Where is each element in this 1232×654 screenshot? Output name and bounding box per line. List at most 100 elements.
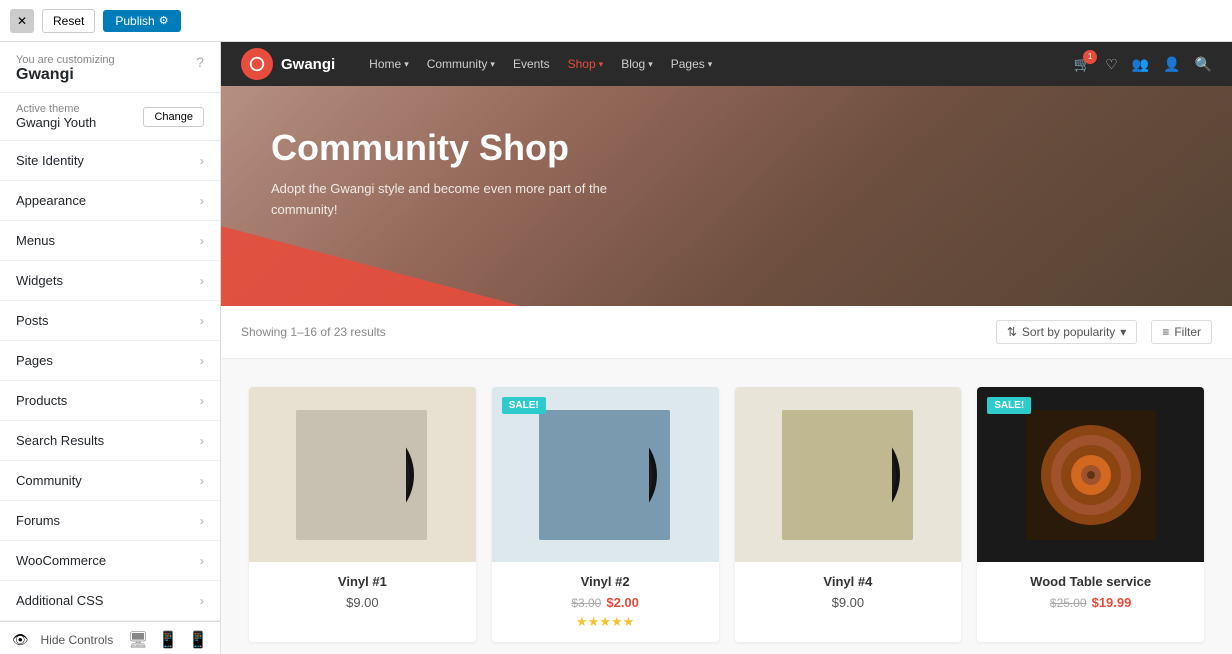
wishlist-icon[interactable]: ♡ (1105, 56, 1118, 73)
sidebar-item-site-identity[interactable]: Site Identity› (0, 141, 220, 181)
product-new-price: $19.99 (1092, 595, 1132, 610)
hero-section: Community Shop Adopt the Gwangi style an… (221, 86, 1232, 306)
product-image (735, 387, 962, 562)
shop-toolbar: Showing 1–16 of 23 results ⇅ Sort by pop… (221, 306, 1232, 359)
product-price: $9.00 (832, 595, 865, 610)
sidebar-item-posts[interactable]: Posts › (0, 301, 220, 341)
product-image: SALE! (977, 387, 1204, 562)
product-card[interactable]: SALE! Wood Table service $25.00 $19.99 (977, 387, 1204, 642)
sidebar-item-additional-css[interactable]: Additional CSS › (0, 581, 220, 621)
site-logo[interactable]: Gwangi (241, 48, 335, 80)
sidebar-item-woocommerce[interactable]: WooCommerce› (0, 541, 220, 581)
nav-link-blog[interactable]: Blog▾ (621, 57, 653, 71)
nav-item-label: Menus (16, 233, 55, 248)
cart-icon[interactable]: 🛒 1 (1074, 56, 1091, 73)
hero-subtitle: Adopt the Gwangi style and become even m… (271, 179, 671, 221)
nav-item-label: Search Results (16, 433, 104, 448)
product-info: Vinyl #4 $9.00 (735, 562, 962, 622)
nav-link-community[interactable]: Community▾ (427, 57, 495, 71)
device-icons: 🖥 📱 📱 (128, 630, 208, 650)
filter-button[interactable]: ≡ Filter (1151, 320, 1212, 344)
nav-item-label: Additional CSS (16, 593, 103, 608)
nav-links: Home▾ Community▾ Events Shop▾ Blog▾ Pages▾ (369, 57, 712, 71)
sidebar-item-search-results[interactable]: Search Results › (0, 421, 220, 461)
logo-name: Gwangi (281, 56, 335, 73)
product-card[interactable]: Vinyl #4 $9.00 (735, 387, 962, 642)
product-old-price: $25.00 (1050, 596, 1087, 610)
preview-area: Gwangi Home▾ Community▾ Events Shop▾ Blog▾ Pa… (221, 42, 1232, 654)
filter-label: Filter (1174, 325, 1201, 339)
chevron-right-icon: › (200, 354, 204, 368)
chevron-down-icon: ▾ (648, 59, 653, 70)
sale-badge: SALE! (502, 397, 546, 414)
user-icon[interactable]: 👤 (1163, 56, 1180, 73)
chevron-right-icon: › (200, 594, 204, 608)
desktop-icon[interactable]: 🖥 (128, 630, 148, 650)
nav-item-label: Appearance (16, 193, 86, 208)
hide-controls-button[interactable]: Hide Controls (41, 633, 114, 647)
nav-link-pages[interactable]: Pages▾ (671, 57, 713, 71)
search-icon[interactable]: 🔍 (1195, 56, 1212, 73)
sidebar-item-widgets[interactable]: Widgets› (0, 261, 220, 301)
main-layout: ? You are customizing Gwangi Active them… (0, 42, 1232, 654)
product-price-container: $25.00 $19.99 (991, 595, 1190, 610)
sidebar-item-appearance[interactable]: Appearance › (0, 181, 220, 221)
product-info: Vinyl #2 $3.00$2.00 ★★★★★ (492, 562, 719, 642)
admin-bar: ✕ Reset Publish ⚙ (0, 0, 1232, 42)
nav-item-label: Pages (16, 353, 53, 368)
publish-button[interactable]: Publish ⚙ (103, 10, 180, 32)
site-nav: Gwangi Home▾ Community▾ Events Shop▾ Blog▾ Pa… (221, 42, 1232, 86)
close-button[interactable]: ✕ (10, 9, 34, 33)
active-theme-name: Gwangi Youth (16, 115, 96, 130)
product-name: Wood Table service (991, 574, 1190, 589)
sidebar-item-menus[interactable]: Menus › (0, 221, 220, 261)
sort-select[interactable]: ⇅ Sort by popularity ▾ (996, 320, 1137, 344)
chevron-right-icon: › (200, 234, 204, 248)
sidebar-item-products[interactable]: Products› (0, 381, 220, 421)
product-card[interactable]: SALE! Vinyl #2 $3.00$2.00 ★★★★★ (492, 387, 719, 642)
nav-link-events[interactable]: Events (513, 57, 550, 71)
active-theme-section: Active theme Gwangi Youth Change (0, 93, 220, 141)
tablet-icon[interactable]: 📱 (158, 630, 178, 650)
nav-link-shop[interactable]: Shop▾ (568, 57, 604, 71)
sidebar-item-community[interactable]: Community › (0, 461, 220, 501)
product-info: Vinyl #1 $9.00 (249, 562, 476, 622)
mobile-icon[interactable]: 📱 (188, 630, 208, 650)
nav-item-label: Community (16, 473, 82, 488)
chevron-down-icon: ▾ (490, 59, 495, 70)
nav-item-label: Products (16, 393, 67, 408)
sidebar-item-forums[interactable]: Forums› (0, 501, 220, 541)
nav-item-label: Posts (16, 313, 49, 328)
hero-title: Community Shop (271, 126, 1182, 169)
chevron-right-icon: › (200, 274, 204, 288)
customizer-footer: 👁 Hide Controls 🖥 📱 📱 (0, 621, 220, 654)
product-price: $9.00 (346, 595, 379, 610)
sidebar-item-pages[interactable]: Pages › (0, 341, 220, 381)
change-theme-button[interactable]: Change (143, 107, 204, 127)
chevron-right-icon: › (200, 314, 204, 328)
chevron-right-icon: › (200, 194, 204, 208)
nav-item-label: Site Identity (16, 153, 84, 168)
members-icon[interactable]: 👥 (1132, 56, 1149, 73)
logo-svg (248, 55, 266, 73)
product-price-container: $9.00 (749, 595, 948, 610)
filter-icon: ≡ (1162, 325, 1169, 339)
nav-items: Site Identity›Appearance›Menus›Widgets›P… (0, 141, 220, 621)
product-info: Wood Table service $25.00 $19.99 (977, 562, 1204, 622)
active-theme-label: Active theme (16, 103, 96, 115)
chevron-right-icon: › (200, 434, 204, 448)
customizer-sidebar: ? You are customizing Gwangi Active them… (0, 42, 221, 654)
star-rating: ★★★★★ (506, 614, 705, 630)
results-count: Showing 1–16 of 23 results (241, 325, 386, 339)
chevron-right-icon: › (200, 474, 204, 488)
help-icon[interactable]: ? (196, 54, 204, 70)
shop-content: Showing 1–16 of 23 results ⇅ Sort by pop… (221, 306, 1232, 654)
product-name: Vinyl #2 (506, 574, 705, 589)
site-name: Gwangi (16, 66, 204, 84)
product-image: SALE! (492, 387, 719, 562)
cart-badge: 1 (1083, 50, 1097, 64)
chevron-down-icon: ▾ (1120, 325, 1126, 339)
reset-button[interactable]: Reset (42, 9, 95, 33)
product-card[interactable]: Vinyl #1 $9.00 (249, 387, 476, 642)
nav-link-home[interactable]: Home▾ (369, 57, 409, 71)
